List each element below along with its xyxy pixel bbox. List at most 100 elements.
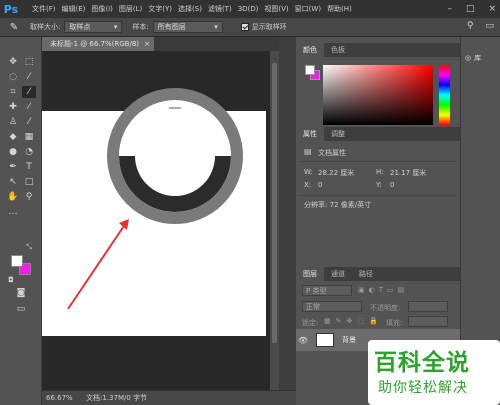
restore-button[interactable]: □ xyxy=(466,4,475,14)
swap-colors-icon[interactable]: ⤡ xyxy=(24,243,34,252)
blend-mode-select[interactable]: 正常 xyxy=(302,301,362,312)
properties-panel-header: 属性 调整 xyxy=(296,127,460,141)
workspace-icon[interactable]: ▭ xyxy=(485,21,494,31)
type-tool-icon[interactable]: T xyxy=(22,161,36,173)
options-bar: ✎ 取样大小: 取样点 ▾ 样本: 所有图层 ▾ 显示取样环 xyxy=(0,18,500,37)
libraries-icon: ◎ xyxy=(465,54,472,62)
minimize-button[interactable]: – xyxy=(447,4,452,14)
crop-tool-icon[interactable]: ⌗ xyxy=(6,86,20,98)
menu-bar: Ps 文件(F) 编辑(E) 图像(I) 图层(L) 文字(Y) 选择(S) 滤… xyxy=(0,0,500,18)
panel-dock-strip xyxy=(279,37,296,390)
sample-size-select[interactable]: 取样点 ▾ xyxy=(64,21,123,33)
color-panel-header: 颜色 色板 xyxy=(296,43,460,57)
menu-3d[interactable]: 3D(D) xyxy=(238,5,259,13)
menu-filter[interactable]: 滤镜(T) xyxy=(208,4,232,14)
menu-help[interactable]: 帮助(H) xyxy=(327,4,352,14)
layer-filter-label: P 类型 xyxy=(306,286,327,295)
menu-view[interactable]: 视图(V) xyxy=(264,4,288,14)
scrollbar-thumb[interactable] xyxy=(272,63,277,343)
sample-size-value: 取样点 xyxy=(69,23,91,31)
tab-properties[interactable]: 属性 xyxy=(296,127,324,141)
red-arrow-head xyxy=(119,219,129,230)
dodge-tool-icon[interactable]: ◔ xyxy=(22,146,36,158)
menu-edit[interactable]: 编辑(E) xyxy=(62,4,86,14)
menu-image[interactable]: 图像(I) xyxy=(91,4,113,14)
lock-icons[interactable]: ▦✎✥⬚🔒 xyxy=(324,317,383,325)
tab-swatches[interactable]: 色板 xyxy=(324,43,352,57)
properties-title: 文档属性 xyxy=(318,149,346,157)
blend-mode-value: 正常 xyxy=(306,302,320,311)
foreground-color-swatch[interactable] xyxy=(11,255,23,267)
watermark-title: 百科全说 xyxy=(374,350,470,376)
layer-thumbnail xyxy=(316,333,334,347)
menu-window[interactable]: 窗口(W) xyxy=(295,4,321,14)
close-button[interactable]: × xyxy=(488,4,496,14)
window-controls: – □ × xyxy=(447,0,496,18)
opacity-input[interactable] xyxy=(408,301,448,312)
menu-type[interactable]: 文字(Y) xyxy=(148,4,172,14)
photoshop-logo: Ps xyxy=(3,2,19,16)
y-value[interactable]: 0 xyxy=(390,181,394,189)
libraries-label: 库 xyxy=(474,54,482,62)
libraries-button[interactable]: ◎ 库 xyxy=(465,51,499,65)
close-icon[interactable]: × xyxy=(144,40,150,48)
search-icon[interactable]: ⚲ xyxy=(467,21,474,31)
show-ring-checkbox[interactable] xyxy=(240,23,249,31)
eyedropper-tool-icon[interactable]: ⁄ xyxy=(22,86,36,98)
clone-stamp-tool-icon[interactable]: ♙ xyxy=(6,116,20,128)
screen-mode-icon[interactable]: ▭ xyxy=(14,303,28,315)
document-info[interactable]: 文档:1.37M/0 字节 xyxy=(86,393,147,403)
eyedropper-icon[interactable]: ✎ xyxy=(4,22,24,33)
tab-paths[interactable]: 路径 xyxy=(352,267,380,281)
zoom-level[interactable]: 66.67% xyxy=(46,394,82,402)
default-colors-icon[interactable]: ◘ xyxy=(6,275,16,284)
rectangle-tool-icon[interactable]: □ xyxy=(22,176,36,188)
fill-input[interactable] xyxy=(408,316,448,327)
path-select-tool-icon[interactable]: ↖ xyxy=(6,176,20,188)
layer-filter-icons[interactable]: ▣◐T▭▤ xyxy=(358,286,408,294)
history-brush-tool-icon[interactable]: ⁄ xyxy=(22,116,36,128)
sample-label: 样本: xyxy=(132,23,149,31)
width-value[interactable]: 28.22 厘米 xyxy=(318,168,354,178)
quick-select-tool-icon[interactable]: ⁄ xyxy=(22,71,36,83)
color-foreground-swatch[interactable] xyxy=(305,65,315,75)
hue-slider[interactable] xyxy=(439,65,450,125)
status-bar: 66.67% 文档:1.37M/0 字节 xyxy=(42,390,296,405)
x-label: X: xyxy=(304,181,312,189)
menu-select[interactable]: 选择(S) xyxy=(178,4,202,14)
healing-tool-icon[interactable]: ✚ xyxy=(6,101,20,113)
tab-color[interactable]: 颜色 xyxy=(296,43,324,57)
layers-panel-header: 图层 通道 路径 xyxy=(296,267,460,281)
layer-name: 背景 xyxy=(342,336,356,344)
document-tab[interactable]: 未标题-1 @ 66.7%(RGB/8) × xyxy=(42,37,154,51)
opacity-label: 不透明度: xyxy=(370,304,401,312)
more-tools-icon[interactable]: … xyxy=(6,206,20,218)
tab-channels[interactable]: 通道 xyxy=(324,267,352,281)
eraser-tool-icon[interactable]: ◆ xyxy=(6,131,20,143)
sample-select[interactable]: 所有图层 ▾ xyxy=(152,21,223,33)
watermark-subtitle: 助你轻松解决 xyxy=(378,380,468,396)
layer-filter-select[interactable]: P 类型 xyxy=(302,285,352,296)
pen-tool-icon[interactable]: ✒ xyxy=(6,161,20,173)
move-tool-icon[interactable]: ✥ xyxy=(6,56,20,68)
zoom-tool-icon[interactable]: ⚲ xyxy=(22,191,36,203)
height-value[interactable]: 21.17 厘米 xyxy=(390,168,426,178)
tab-layers[interactable]: 图层 xyxy=(296,267,324,281)
menu-file[interactable]: 文件(F) xyxy=(32,4,56,14)
marquee-tool-icon[interactable]: ⬚ xyxy=(22,56,36,68)
vertical-scrollbar[interactable] xyxy=(270,51,279,390)
x-value[interactable]: 0 xyxy=(318,181,322,189)
menu-layer[interactable]: 图层(L) xyxy=(119,4,142,14)
show-ring-label: 显示取样环 xyxy=(251,23,287,31)
blur-tool-icon[interactable]: ● xyxy=(6,146,20,158)
hand-tool-icon[interactable]: ✋ xyxy=(6,191,20,203)
color-picker-field[interactable] xyxy=(323,65,433,125)
eye-icon[interactable]: 👁 xyxy=(296,336,310,345)
lasso-tool-icon[interactable]: ◌ xyxy=(6,71,20,83)
divider xyxy=(300,161,456,162)
quick-mask-icon[interactable]: ◙ xyxy=(14,287,28,299)
brush-tool-icon[interactable]: ⁄ xyxy=(22,101,36,113)
tab-adjustments[interactable]: 调整 xyxy=(324,127,352,141)
gradient-tool-icon[interactable]: ▦ xyxy=(22,131,36,143)
tools-panel: ✥ ⬚ ◌ ⁄ ⌗ ⁄ ✚ ⁄ ♙ ⁄ ◆ ▦ ● ◔ ✒ T ↖ □ ✋ ⚲ … xyxy=(0,37,42,405)
